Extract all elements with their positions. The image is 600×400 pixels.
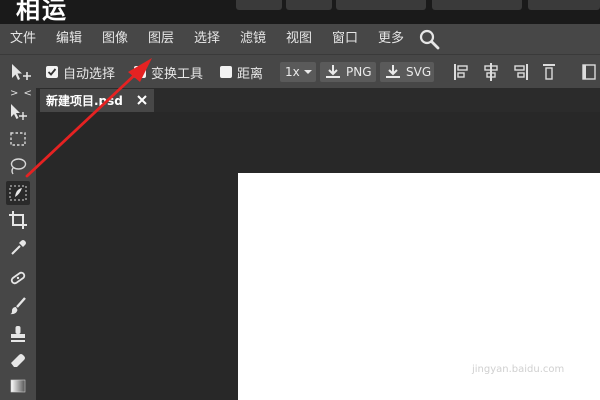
distance-option[interactable]: 距离 xyxy=(220,55,263,89)
document-tab-label: 新建项目.psd xyxy=(46,94,123,108)
top-button-2[interactable] xyxy=(286,0,332,10)
menu-file[interactable]: 文件 xyxy=(10,24,36,54)
marquee-tool-icon xyxy=(10,132,26,146)
healing-tool-icon xyxy=(10,271,26,285)
brush-tool-icon xyxy=(10,297,26,315)
chevron-down-icon xyxy=(303,70,312,74)
export-png-button[interactable]: PNG xyxy=(320,62,376,82)
top-button-1[interactable] xyxy=(236,0,282,10)
document-tab-bar: 新建项目.psd xyxy=(36,88,600,112)
auto-select-option[interactable]: 自动选择 xyxy=(46,55,115,89)
options-bar: 自动选择 变换工具 距离 1x PNG SVG xyxy=(0,54,600,89)
document-tab[interactable]: 新建项目.psd xyxy=(40,89,154,112)
check-icon xyxy=(47,68,57,76)
menu-view[interactable]: 视图 xyxy=(286,24,312,54)
search-icon[interactable] xyxy=(418,28,440,50)
marquee-tool[interactable] xyxy=(6,127,30,151)
transform-label: 变换工具 xyxy=(151,66,204,82)
distance-label: 距离 xyxy=(237,66,264,82)
download-icon xyxy=(386,65,400,78)
menu-window[interactable]: 窗口 xyxy=(332,24,358,54)
download-icon xyxy=(326,65,340,78)
gradient-tool-icon xyxy=(10,379,26,393)
menu-bar: 文件 编辑 图像 图层 选择 滤镜 视图 窗口 更多 xyxy=(0,24,600,54)
crop-tool-icon xyxy=(9,211,27,229)
top-button-5[interactable] xyxy=(528,0,600,10)
transform-checkbox[interactable] xyxy=(134,66,146,78)
gradient-tool[interactable] xyxy=(6,374,30,398)
brush-tool[interactable] xyxy=(6,294,30,318)
transform-option[interactable]: 变换工具 xyxy=(134,55,203,89)
move-tool[interactable] xyxy=(6,100,30,124)
export-svg-button[interactable]: SVG xyxy=(380,62,434,82)
distance-checkbox[interactable] xyxy=(220,66,232,78)
stamp-tool[interactable] xyxy=(6,322,30,346)
watermark-subtext: jingyan.baidu.com xyxy=(472,364,565,375)
menu-filter[interactable]: 滤镜 xyxy=(240,24,266,54)
menu-more[interactable]: 更多 xyxy=(378,24,404,54)
align-top-icon[interactable] xyxy=(540,62,558,82)
menu-select[interactable]: 选择 xyxy=(194,24,220,54)
align-left-icon[interactable] xyxy=(452,62,470,82)
panel-toggle-icon[interactable] xyxy=(580,62,598,82)
menu-layer[interactable]: 图层 xyxy=(148,24,174,54)
move-tool-icon xyxy=(11,104,27,120)
align-right-icon[interactable] xyxy=(512,62,530,82)
menu-edit[interactable]: 编辑 xyxy=(56,24,82,54)
auto-select-checkbox[interactable] xyxy=(46,66,58,78)
quick-select-tool-icon xyxy=(9,185,27,201)
healing-tool[interactable] xyxy=(6,266,30,290)
top-button-4[interactable] xyxy=(432,0,522,10)
eyedropper-tool-icon xyxy=(11,240,26,255)
move-tool-icon[interactable] xyxy=(10,63,34,83)
eraser-tool[interactable] xyxy=(6,348,30,372)
export-svg-label: SVG xyxy=(406,65,432,79)
menu-image[interactable]: 图像 xyxy=(102,24,128,54)
auto-select-label: 自动选择 xyxy=(63,66,116,82)
lasso-tool-icon xyxy=(10,158,27,175)
lasso-tool[interactable] xyxy=(6,154,30,178)
watermark: Bai 经验 jingyan.baidu.com xyxy=(464,337,594,387)
app-title: 相运 xyxy=(16,0,68,24)
align-center-icon[interactable] xyxy=(482,62,500,82)
eraser-tool-icon xyxy=(11,354,25,367)
top-button-3[interactable] xyxy=(336,0,426,10)
zoom-select[interactable]: 1x xyxy=(280,62,316,82)
zoom-value: 1x xyxy=(285,65,300,79)
quick-select-tool[interactable] xyxy=(6,181,30,205)
export-png-label: PNG xyxy=(346,65,372,79)
crop-tool[interactable] xyxy=(6,208,30,232)
eyedropper-tool[interactable] xyxy=(6,236,30,260)
close-icon[interactable] xyxy=(136,94,148,106)
title-bar: 相运 xyxy=(0,0,600,24)
stamp-tool-icon xyxy=(11,326,25,342)
panel-collapse-toggle[interactable]: > < xyxy=(10,88,33,99)
watermark-text: Bai 经验 xyxy=(464,341,553,365)
